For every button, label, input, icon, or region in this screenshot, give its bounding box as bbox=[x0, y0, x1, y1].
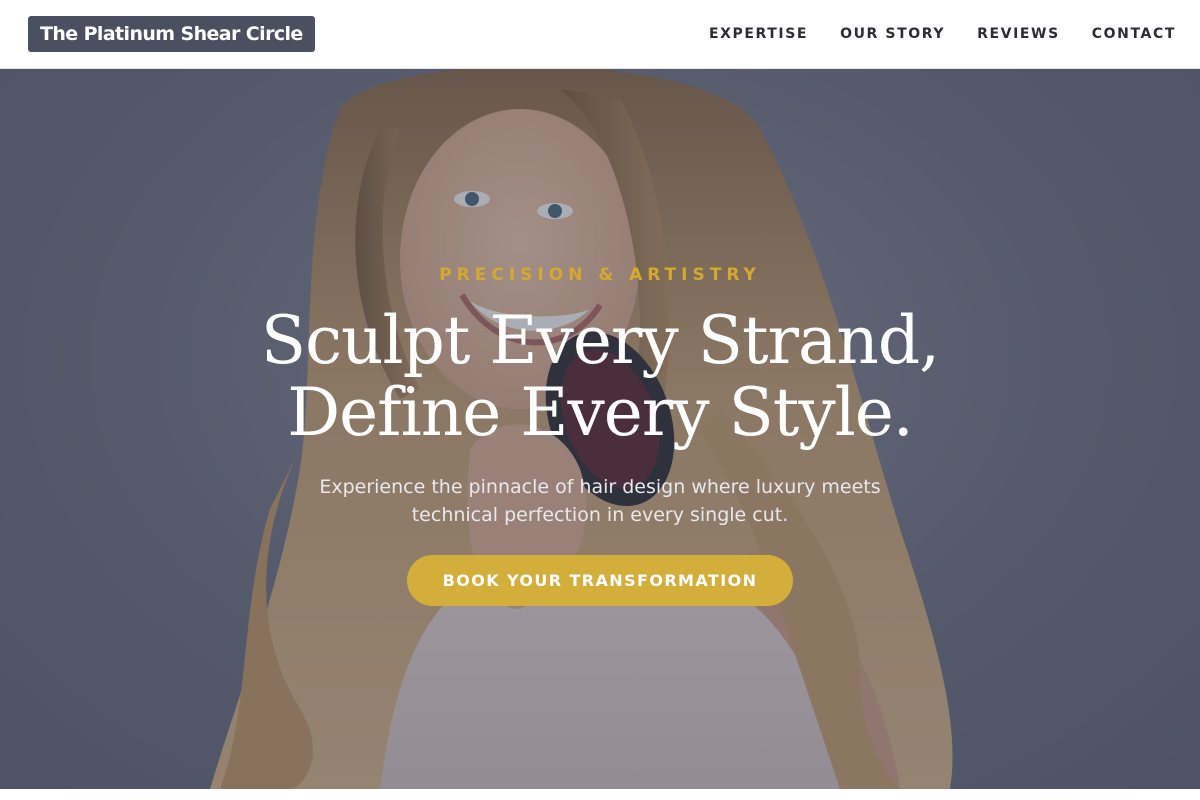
brand-logo[interactable]: The Platinum Shear Circle bbox=[28, 16, 315, 52]
hero-headline-line-2: Define Every Style. bbox=[287, 374, 914, 451]
nav-expertise[interactable]: EXPERTISE bbox=[709, 26, 808, 42]
nav-our-story[interactable]: OUR STORY bbox=[840, 26, 945, 42]
hero-subtext: Experience the pinnacle of hair design w… bbox=[319, 476, 881, 526]
main-nav: EXPERTISE OUR STORY REVIEWS CONTACT bbox=[709, 0, 1176, 68]
nav-contact[interactable]: CONTACT bbox=[1092, 26, 1176, 42]
site-header: The Platinum Shear Circle EXPERTISE OUR … bbox=[0, 0, 1200, 69]
hero-headline-line-1: Sculpt Every Strand, bbox=[260, 302, 940, 379]
hero-section: PRECISION & ARTISTRY Sculpt Every Strand… bbox=[0, 69, 1200, 789]
hero-content: PRECISION & ARTISTRY Sculpt Every Strand… bbox=[0, 69, 1200, 789]
hero-eyebrow: PRECISION & ARTISTRY bbox=[439, 265, 761, 285]
book-transformation-button[interactable]: BOOK YOUR TRANSFORMATION bbox=[407, 555, 793, 606]
hero-headline: Sculpt Every Strand, Define Every Style. bbox=[0, 305, 1200, 449]
page-bottom-edge bbox=[0, 789, 1200, 800]
nav-reviews[interactable]: REVIEWS bbox=[977, 26, 1060, 42]
